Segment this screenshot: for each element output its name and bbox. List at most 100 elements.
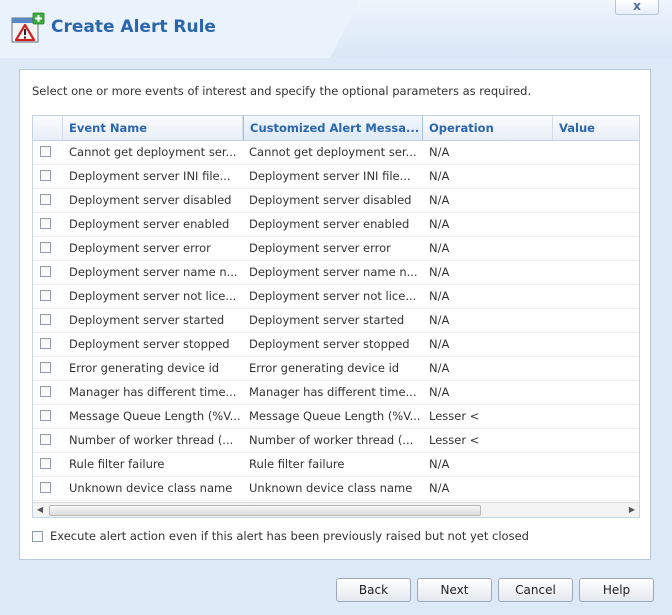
alert-message-cell: Error generating device id [249,361,400,375]
operation-cell: N/A [429,193,450,207]
alert-message-cell: Cannot get deployment ser... [249,145,417,159]
operation-cell: Lesser < [429,409,480,423]
header-customized-alert-message[interactable]: Customized Alert Messa... [243,116,423,140]
operation-cell: Lesser < [429,433,480,447]
close-button[interactable]: x [615,0,659,15]
row-checkbox[interactable] [40,266,51,277]
table-row[interactable]: Deployment server stopped Deployment serv… [33,333,639,357]
value-cell[interactable] [553,237,639,260]
row-checkbox[interactable] [40,434,51,445]
table-row[interactable]: Cannot get deployment ser... Cannot get d… [33,141,639,165]
alert-message-cell: Deployment server enabled [249,217,410,231]
row-checkbox[interactable] [40,362,51,373]
repeat-alert-checkbox[interactable] [32,531,43,542]
value-cell[interactable] [553,357,639,380]
operation-cell: N/A [429,169,450,183]
table-header: Event Name Customized Alert Messa... Ope… [33,116,639,141]
alert-message-cell: Deployment server disabled [249,193,412,207]
alert-message-cell: Deployment server stopped [249,337,410,351]
value-cell[interactable] [553,381,639,404]
value-cell[interactable] [553,165,639,188]
table-row[interactable]: Rule filter failure Rule filter failure N/… [33,453,639,477]
arrow-right-icon[interactable]: ▶ [625,503,639,517]
alert-message-cell: Deployment server not lice... [249,289,417,303]
operation-cell: N/A [429,241,450,255]
event-name-cell: Deployment server stopped [69,337,230,351]
table-row[interactable]: Deployment server error Deployment server… [33,237,639,261]
table-row[interactable]: Unknown device class name Unknown device … [33,477,639,501]
value-cell[interactable] [553,285,639,308]
alert-message-cell: Message Queue Length (%V... [249,409,421,423]
alert-message-cell: Manager has different time... [249,385,417,399]
event-name-cell: Deployment server name n... [69,265,238,279]
row-checkbox[interactable] [40,218,51,229]
instruction-text: Select one or more events of interest an… [32,84,532,98]
value-cell[interactable] [553,189,639,212]
table-row[interactable]: Error generating device id Error generati… [33,357,639,381]
event-name-cell: Unknown device class name [69,481,233,495]
dialog-title: Create Alert Rule [51,17,216,37]
row-checkbox[interactable] [40,410,51,421]
table-row[interactable]: Deployment server INI file... Deployment … [33,165,639,189]
row-checkbox[interactable] [40,242,51,253]
value-cell[interactable] [553,429,639,452]
value-cell[interactable] [553,141,639,164]
next-button[interactable]: Next [417,578,492,602]
table-row[interactable]: Message Queue Length (%V... Message Queue… [33,405,639,429]
header-operation[interactable]: Operation [423,116,553,140]
value-cell[interactable] [553,477,639,500]
scrollbar-thumb[interactable] [49,505,481,516]
event-name-cell: Number of worker thread (... [69,433,234,447]
event-name-cell: Deployment server enabled [69,217,230,231]
event-name-cell: Manager has different time... [69,385,237,399]
row-checkbox[interactable] [40,386,51,397]
row-checkbox[interactable] [40,482,51,493]
operation-cell: N/A [429,145,450,159]
operation-cell: N/A [429,481,450,495]
operation-cell: N/A [429,457,450,471]
events-table: Event Name Customized Alert Messa... Ope… [32,115,640,518]
table-row[interactable]: Deployment server enabled Deployment serv… [33,213,639,237]
table-row[interactable]: Deployment server not lice... Deployment … [33,285,639,309]
operation-cell: N/A [429,385,450,399]
header-event-name[interactable]: Event Name [63,116,243,140]
value-cell[interactable] [553,213,639,236]
help-button[interactable]: Help [579,578,654,602]
value-cell[interactable] [553,405,639,428]
event-name-cell: Rule filter failure [69,457,165,471]
back-button[interactable]: Back [336,578,411,602]
event-name-cell: Error generating device id [69,361,220,375]
row-checkbox[interactable] [40,194,51,205]
table-row[interactable]: Deployment server started Deployment serv… [33,309,639,333]
operation-cell: N/A [429,265,450,279]
alert-message-cell: Deployment server error [249,241,391,255]
cancel-button[interactable]: Cancel [498,578,573,602]
row-checkbox[interactable] [40,146,51,157]
horizontal-scrollbar[interactable]: ◀ ▶ [33,502,639,517]
table-row[interactable]: Deployment server name n... Deployment se… [33,261,639,285]
header-value[interactable]: Value [553,116,639,140]
table-row[interactable]: Number of worker thread (... Number of wo… [33,429,639,453]
event-name-cell: Deployment server INI file... [69,169,231,183]
arrow-left-icon[interactable]: ◀ [33,503,47,517]
value-cell[interactable] [553,453,639,476]
row-checkbox[interactable] [40,458,51,469]
content-panel: Select one or more events of interest an… [19,69,651,560]
table-row[interactable]: Deployment server disabled Deployment ser… [33,189,639,213]
operation-cell: N/A [429,289,450,303]
table-row[interactable]: Manager has different time... Manager has… [33,381,639,405]
event-name-cell: Message Queue Length (%V... [69,409,241,423]
value-cell[interactable] [553,261,639,284]
event-name-cell: Deployment server not lice... [69,289,237,303]
row-checkbox[interactable] [40,338,51,349]
row-checkbox[interactable] [40,170,51,181]
dialog-header: Create Alert Rule x [0,0,672,58]
alert-rule-add-icon [11,12,45,43]
repeat-alert-label: Execute alert action even if this alert … [50,529,529,543]
value-cell[interactable] [553,333,639,356]
value-cell[interactable] [553,309,639,332]
event-name-cell: Deployment server started [69,313,225,327]
row-checkbox[interactable] [40,290,51,301]
row-checkbox[interactable] [40,314,51,325]
operation-cell: N/A [429,337,450,351]
